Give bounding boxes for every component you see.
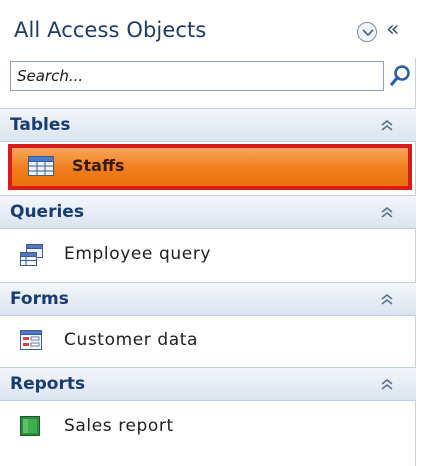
- collapse-group-icon[interactable]: [380, 117, 394, 136]
- group-header-reports[interactable]: Reports: [0, 367, 416, 401]
- nav-item-label: Customer data: [64, 330, 199, 350]
- search-icon[interactable]: [388, 62, 414, 90]
- nav-item-label: Sales report: [64, 416, 174, 436]
- group-label: Tables: [10, 115, 71, 135]
- table-icon: [28, 156, 54, 176]
- collapse-group-icon[interactable]: [380, 291, 394, 310]
- query-icon: [20, 244, 43, 266]
- collapse-group-icon[interactable]: [380, 204, 394, 223]
- nav-pane-title[interactable]: All Access Objects: [14, 18, 206, 42]
- nav-item-employee-query[interactable]: Employee query: [0, 232, 416, 276]
- group-label: Reports: [10, 374, 86, 394]
- nav-item-label: Staffs: [72, 156, 125, 175]
- group-header-queries[interactable]: Queries: [0, 195, 416, 229]
- nav-item-sales-report[interactable]: Sales report: [0, 404, 416, 448]
- form-icon: [20, 330, 42, 350]
- navigation-pane: All Access Objects « Tables: [0, 0, 416, 466]
- search-box[interactable]: [10, 61, 384, 91]
- nav-item-customer-data[interactable]: Customer data: [0, 318, 416, 362]
- collapse-group-icon[interactable]: [380, 376, 394, 395]
- group-label: Forms: [10, 289, 69, 309]
- group-label: Queries: [10, 202, 84, 222]
- nav-item-staffs[interactable]: Staffs: [8, 144, 412, 190]
- chevron-down-icon[interactable]: [357, 22, 377, 42]
- group-header-forms[interactable]: Forms: [0, 282, 416, 316]
- search-input[interactable]: [11, 62, 383, 90]
- group-header-tables[interactable]: Tables: [0, 108, 416, 142]
- collapse-pane-icon[interactable]: «: [386, 18, 399, 42]
- nav-pane-header[interactable]: All Access Objects «: [0, 0, 416, 58]
- report-icon: [20, 416, 42, 436]
- nav-item-label: Employee query: [64, 244, 212, 264]
